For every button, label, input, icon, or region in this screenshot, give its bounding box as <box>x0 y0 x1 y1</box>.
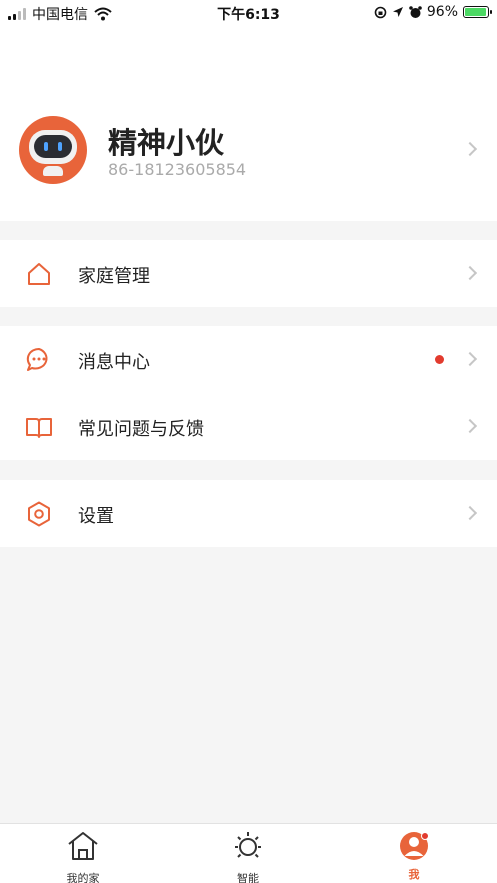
chevron-right-icon <box>462 351 478 367</box>
menu-item-label: 家庭管理 <box>78 266 150 287</box>
home-icon <box>28 263 50 285</box>
menu-group-info: 消息中心 常见问题与反馈 <box>0 326 497 460</box>
notification-dot <box>435 355 444 364</box>
tab-me[interactable]: 我 <box>374 830 454 882</box>
alarm-icon <box>409 5 422 18</box>
tab-badge-dot <box>421 832 429 840</box>
menu-item-label: 消息中心 <box>78 352 150 373</box>
menu-item-label: 常见问题与反馈 <box>78 419 204 440</box>
message-icon <box>26 347 48 371</box>
tab-label: 我 <box>408 868 420 881</box>
tab-label: 智能 <box>237 872 259 883</box>
status-right: 96% <box>374 4 492 20</box>
tab-my-home[interactable]: 我的家 <box>43 830 123 883</box>
chevron-right-icon <box>462 141 478 157</box>
menu-item-home-management[interactable]: 家庭管理 <box>0 240 497 307</box>
tab-bar: 我的家 智能 我 <box>0 823 497 883</box>
menu-item-settings[interactable]: 设置 <box>0 480 497 547</box>
menu-group-settings: 设置 <box>0 480 497 547</box>
tab-smart[interactable]: 智能 <box>208 830 288 883</box>
chevron-right-icon <box>462 418 478 434</box>
menu-item-label: 设置 <box>78 506 114 527</box>
user-icon <box>397 830 431 862</box>
profile-name: 精神小伙 <box>108 126 225 160</box>
book-icon <box>26 418 52 438</box>
sun-icon <box>235 832 261 858</box>
menu-item-message-center[interactable]: 消息中心 <box>0 326 497 393</box>
menu-item-faq-feedback[interactable]: 常见问题与反馈 <box>0 393 497 460</box>
chevron-right-icon <box>462 505 478 521</box>
profile-phone: 86-18123605854 <box>108 160 247 179</box>
status-bar: 中国电信 下午6:13 96% <box>0 0 497 26</box>
battery-fill <box>465 8 487 16</box>
battery-percent: 96% <box>426 4 458 20</box>
battery-icon <box>463 6 492 18</box>
menu-group-home: 家庭管理 <box>0 240 497 307</box>
chevron-right-icon <box>462 265 478 281</box>
orientation-lock-icon <box>374 6 387 18</box>
profile-card[interactable]: 精神小伙 86-18123605854 <box>0 26 497 221</box>
location-icon <box>392 7 403 17</box>
robot-avatar-icon[interactable] <box>19 116 87 184</box>
tab-label: 我的家 <box>66 872 100 883</box>
hexagon-settings-icon <box>28 501 50 527</box>
house-icon <box>68 832 98 860</box>
